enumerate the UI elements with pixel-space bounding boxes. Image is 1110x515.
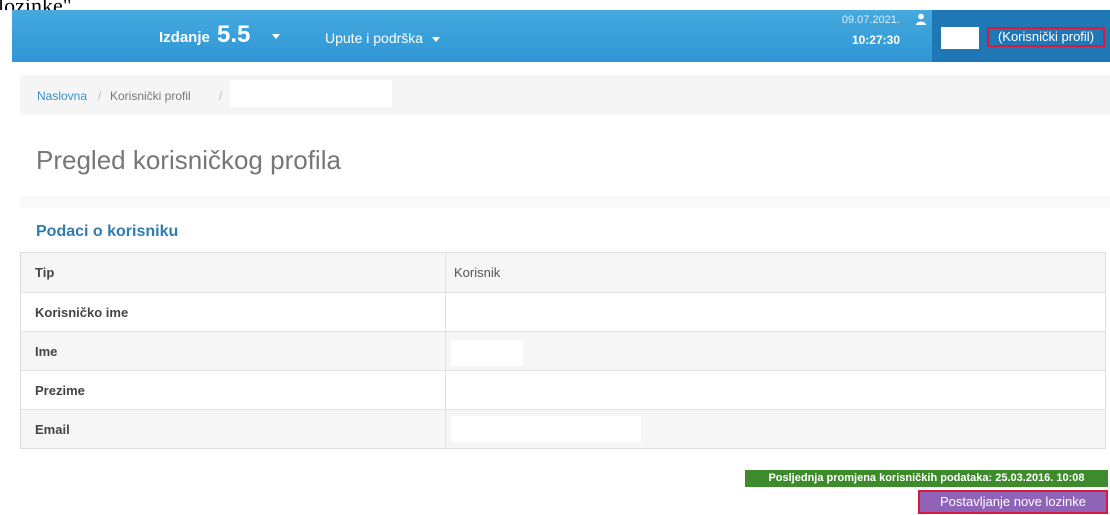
title-divider	[20, 196, 1110, 208]
current-date: 09.07.2021.	[841, 14, 900, 26]
table-row-username: Korisničko ime	[21, 292, 1105, 331]
row-label: Tip	[35, 265, 55, 280]
cropped-top-text: lozinke".	[0, 0, 110, 10]
row-label: Ime	[35, 344, 58, 359]
breadcrumb-separator: /	[98, 89, 102, 103]
edition-chevron-down-icon[interactable]	[272, 34, 280, 39]
row-label: Prezime	[35, 383, 85, 398]
table-row-email: Email	[21, 409, 1105, 448]
breadcrumb: Naslovna / Korisnički profil /	[20, 75, 1110, 115]
column-divider	[445, 332, 446, 370]
row-label: Korisničko ime	[35, 305, 129, 320]
edition-dropdown[interactable]: 5.5	[217, 21, 250, 49]
row-label: Email	[35, 422, 70, 437]
page-title: Pregled korisničkog profila	[36, 145, 341, 175]
current-time: 10:27:30	[851, 33, 900, 47]
help-chevron-down-icon[interactable]	[432, 37, 440, 42]
top-navbar: Izdanje 5.5 Upute i podrška 09.07.2021. …	[12, 10, 1110, 62]
breadcrumb-redacted	[230, 80, 392, 107]
table-row-last-name: Prezime	[21, 370, 1105, 409]
set-new-password-button[interactable]: Postavljanje nove lozinke	[918, 490, 1108, 514]
last-change-badge: Posljednja promjena korisničkih podataka…	[745, 470, 1108, 487]
edition-label: Izdanje	[159, 29, 210, 46]
breadcrumb-current-profile: Korisnički profil	[110, 89, 191, 103]
username-redacted	[941, 27, 979, 49]
row-value: Korisnik	[454, 265, 501, 280]
user-profile-link[interactable]: (Korisnički profil)	[987, 27, 1105, 47]
section-heading-user-data: Podaci o korisniku	[36, 223, 179, 240]
email-redacted	[451, 416, 641, 442]
column-divider	[445, 253, 446, 292]
column-divider	[445, 410, 446, 448]
first-name-redacted	[451, 340, 523, 366]
user-info-table: Tip Korisnik Korisničko ime Ime Prezime …	[20, 252, 1106, 449]
breadcrumb-home-link[interactable]: Naslovna	[37, 89, 87, 103]
user-icon	[916, 13, 926, 25]
table-row-type: Tip Korisnik	[21, 253, 1105, 292]
user-menu[interactable]: (Korisnički profil)	[932, 10, 1110, 62]
column-divider	[445, 371, 446, 409]
help-support-menu[interactable]: Upute i podrška	[325, 30, 423, 46]
table-row-first-name: Ime	[21, 331, 1105, 370]
breadcrumb-separator: /	[219, 89, 223, 103]
column-divider	[445, 293, 446, 331]
